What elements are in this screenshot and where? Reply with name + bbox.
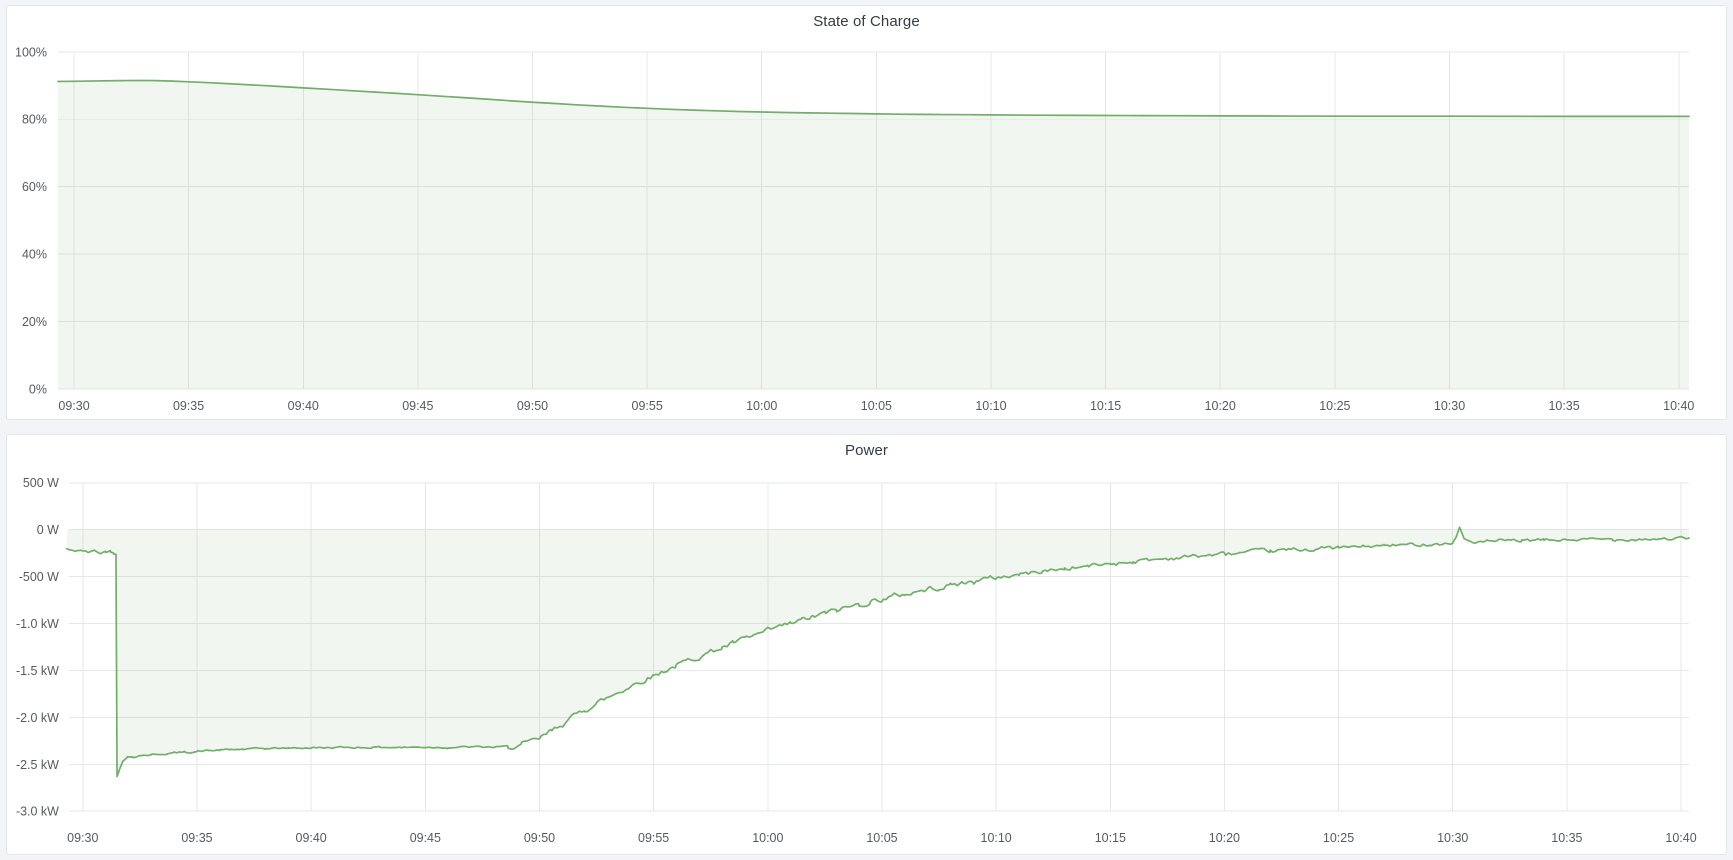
x-tick-label: 09:30 xyxy=(67,831,98,845)
x-tick-label: 10:15 xyxy=(1090,399,1121,413)
x-tick-label: 10:00 xyxy=(752,831,783,845)
y-tick-label: 0% xyxy=(29,383,47,397)
x-tick-label: 10:10 xyxy=(975,399,1006,413)
y-tick-label: -1.5 kW xyxy=(16,664,59,678)
y-tick-label: 500 W xyxy=(23,476,59,490)
x-tick-label: 10:30 xyxy=(1437,831,1468,845)
x-tick-label: 10:40 xyxy=(1663,399,1694,413)
x-tick-label: 10:35 xyxy=(1551,831,1582,845)
x-tick-label: 10:20 xyxy=(1205,399,1236,413)
y-tick-label: -1.0 kW xyxy=(16,617,59,631)
x-tick-label: 10:15 xyxy=(1095,831,1126,845)
x-tick-label: 09:35 xyxy=(181,831,212,845)
x-tick-label: 09:55 xyxy=(632,399,663,413)
x-tick-label: 10:10 xyxy=(981,831,1012,845)
power-plot[interactable]: 500 W 0 W -500 W -1.0 kW -1.5 kW -2.0 kW -2.5 … xyxy=(7,435,1726,854)
x-tick-label: 09:35 xyxy=(173,399,204,413)
x-tick-label: 10:05 xyxy=(861,399,892,413)
panel-state-of-charge: State of Charge 0%20%40%60%80%100%09:300… xyxy=(6,5,1727,420)
x-tick-label: 10:35 xyxy=(1548,399,1579,413)
x-tick-label: 09:55 xyxy=(638,831,669,845)
x-tick-label: 10:20 xyxy=(1209,831,1240,845)
panel-title-power[interactable]: Power xyxy=(7,442,1726,459)
x-tick-label: 09:45 xyxy=(402,399,433,413)
series-area-fill xyxy=(58,80,1689,389)
panel-title-state-of-charge[interactable]: State of Charge xyxy=(7,13,1726,30)
y-tick-label: -3.0 kW xyxy=(16,805,59,819)
y-tick-label: -500 W xyxy=(19,570,59,584)
y-tick-label: 40% xyxy=(22,248,47,262)
y-tick-label: -2.0 kW xyxy=(16,711,59,725)
y-tick-label: 0 W xyxy=(37,523,59,537)
y-tick-label: 20% xyxy=(22,315,47,329)
state-of-charge-chart[interactable]: 0% 20% 40% 60% 80% 100% 09:30 09:35 09:40 09:45 09… xyxy=(7,6,1726,419)
y-tick-label: 100% xyxy=(15,45,47,59)
x-tick-label: 10:30 xyxy=(1434,399,1465,413)
y-tick-label: 80% xyxy=(22,113,47,127)
x-tick-label: 10:25 xyxy=(1323,831,1354,845)
x-tick-label: 10:05 xyxy=(866,831,897,845)
series-area-fill xyxy=(67,527,1689,776)
panel-power: Power 500 W 0 W -500 W -1.0 kW -1.5 kW -2.0 k… xyxy=(6,434,1727,855)
x-tick-label: 09:40 xyxy=(288,399,319,413)
x-tick-label: 09:30 xyxy=(58,399,89,413)
power-chart[interactable]: 500 W 0 W -500 W -1.0 kW -1.5 kW -2.0 kW -2.5 … xyxy=(7,435,1726,854)
x-tick-label: 09:40 xyxy=(296,831,327,845)
state-of-charge-plot[interactable]: 0% 20% 40% 60% 80% 100% 09:30 09:35 09:40 09:45 09… xyxy=(7,6,1726,419)
x-tick-label: 09:50 xyxy=(524,831,555,845)
x-tick-label: 09:50 xyxy=(517,399,548,413)
x-tick-label: 10:40 xyxy=(1665,831,1696,845)
x-tick-label: 09:45 xyxy=(410,831,441,845)
y-tick-label: -2.5 kW xyxy=(16,758,59,772)
x-tick-label: 10:25 xyxy=(1319,399,1350,413)
x-tick-label: 10:00 xyxy=(746,399,777,413)
y-tick-label: 60% xyxy=(22,180,47,194)
